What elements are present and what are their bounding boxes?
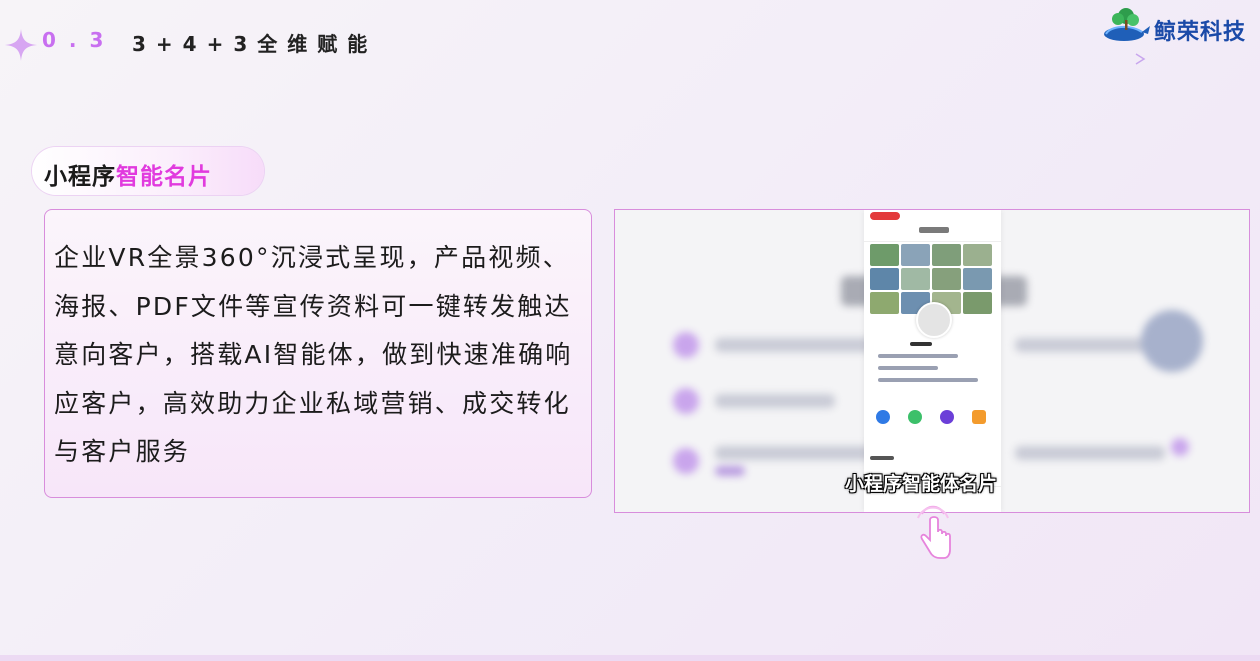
feature-description: 企业VR全景360°沉浸式呈现，产品视频、海报、PDF文件等宣传资料可一键转发触… (54, 243, 573, 466)
recording-indicator (870, 212, 900, 220)
email-icon (940, 410, 954, 424)
card-icon (972, 410, 986, 424)
header-divider-arrow (36, 53, 1146, 65)
wechat-icon (908, 410, 922, 424)
brand-name: 鲸荣科技 (1154, 20, 1247, 45)
profile-info-line (878, 354, 958, 358)
profile-name (910, 342, 932, 346)
profile-info-line (878, 366, 938, 370)
feature-title-plain: 小程序 (44, 164, 116, 190)
bottom-accent-strip (0, 655, 1260, 661)
section-number: 0.3 (42, 28, 117, 52)
tap-hand-icon (917, 505, 951, 559)
phone-call-icon (876, 410, 890, 424)
phone-mockup (864, 210, 1001, 512)
profile-info-line (878, 378, 978, 382)
mini-program-screenshot: 小程序智能体名片 (614, 209, 1250, 513)
sparkle-star-icon (5, 29, 37, 61)
whale-tree-logo-icon (1104, 8, 1150, 41)
video-caption: 小程序智能体名片 (845, 473, 998, 495)
feature-title: 小程序智能名片 (44, 157, 212, 191)
profile-avatar (916, 302, 952, 338)
phone-nav-title (919, 227, 949, 233)
company-intro-label (870, 456, 894, 460)
feature-title-highlight: 智能名片 (116, 164, 212, 190)
